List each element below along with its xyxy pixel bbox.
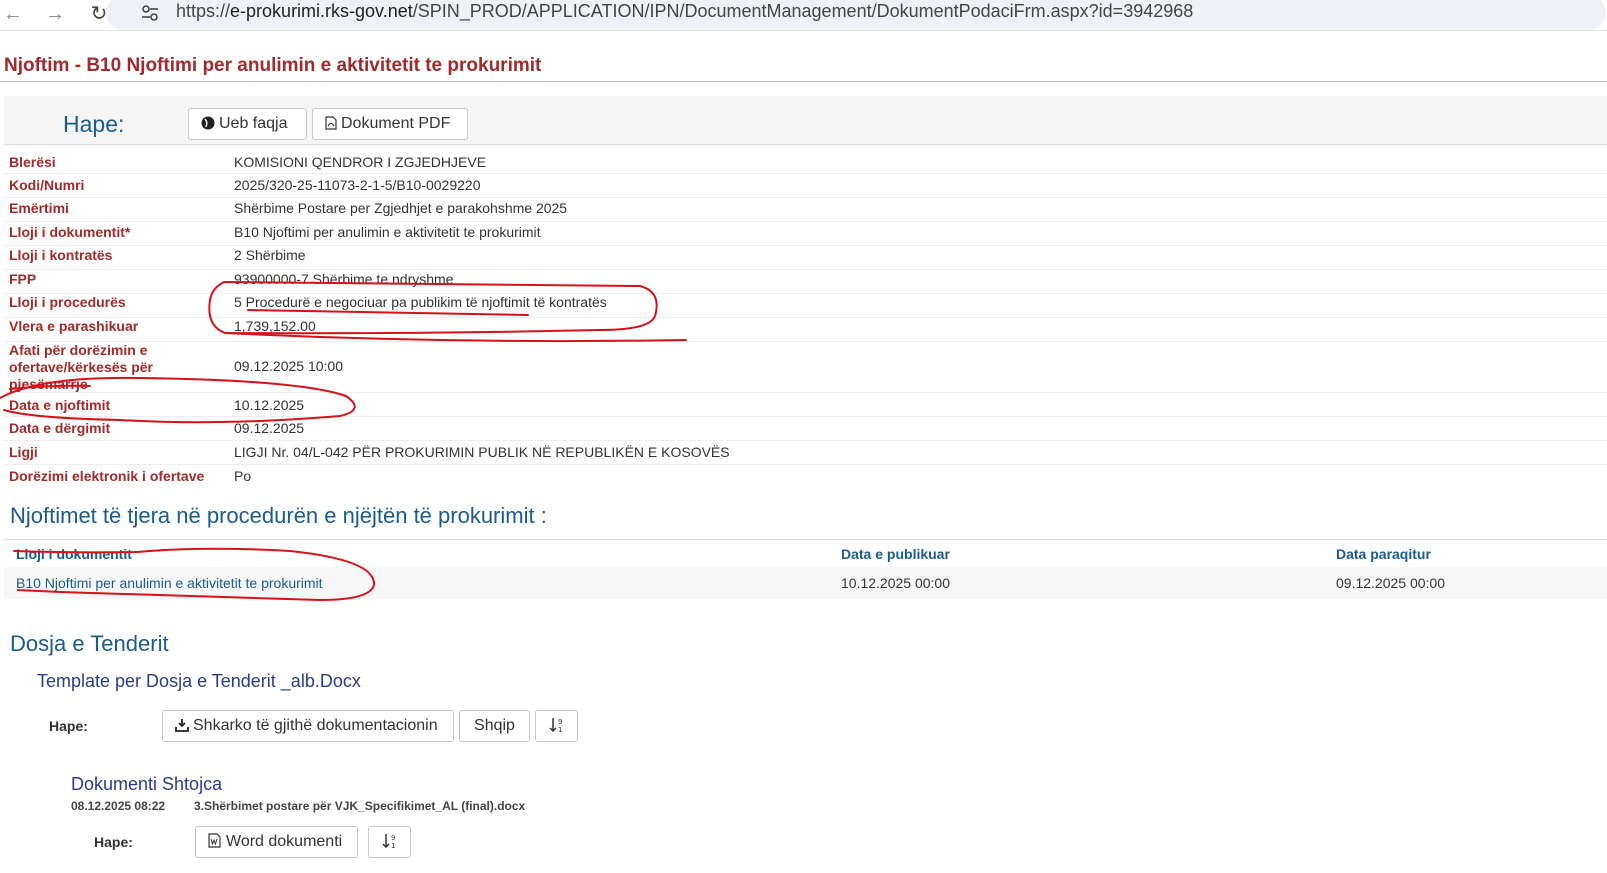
detail-label: Data e njoftimit xyxy=(9,397,111,413)
detail-row-document-type: Lloji i dokumentit* B10 Njoftimi per anu… xyxy=(4,222,1607,246)
detail-row-estimated-value: Vlera e parashikuar 1,739,152.00 xyxy=(4,318,1607,342)
detail-row-cpv: FPP 93900000-7 Shërbime te ndryshme xyxy=(4,270,1607,294)
detail-value: KOMISIONI QENDROR I ZGJEDHJEVE xyxy=(234,154,487,170)
detail-row-contract-type: Lloji i kontratës 2 Shërbime xyxy=(4,246,1607,270)
detail-row-deadline: Afati për dorëzimin e ofertave/kërkesës … xyxy=(4,342,1607,393)
detail-row-code: Kodi/Numri 2025/320-25-11073-2-1-5/B10-0… xyxy=(4,174,1607,198)
detail-row-procedure-type: Lloji i procedurës 5 Procedurë e negociu… xyxy=(4,294,1607,318)
language-label: Shqip xyxy=(474,717,515,734)
address-bar[interactable]: https://e-prokurimi.rks-gov.net/SPIN_PRO… xyxy=(106,0,1606,30)
svg-text:9: 9 xyxy=(391,834,395,842)
page-title: Njoftim - B10 Njoftimi per anulimin e ak… xyxy=(4,55,542,76)
detail-label: Lloji i kontratës xyxy=(9,247,113,263)
download-all-label: Shkarko të gjithë dokumentacionin xyxy=(193,717,438,734)
svg-text:9: 9 xyxy=(558,718,562,726)
detail-row-sent-date: Data e dërgimit 09.12.2025 xyxy=(4,417,1607,441)
url-domain: e-prokurimi.rks-gov.net xyxy=(230,1,413,21)
notice-document-link[interactable]: B10 Njoftimi per anulimin e aktivitetit … xyxy=(16,575,323,591)
web-page-button[interactable]: Ueb faqja xyxy=(188,108,307,140)
language-button[interactable]: Shqip xyxy=(459,710,530,742)
detail-value: 5 Procedurë e negociuar pa publikim të n… xyxy=(234,294,607,310)
url-prefix: https:// xyxy=(176,1,231,21)
detail-value: B10 Njoftimi per anulimin e aktivitetit … xyxy=(234,224,541,240)
globe-icon xyxy=(201,116,215,130)
detail-label: Emërtimi xyxy=(9,200,69,216)
site-settings-icon[interactable] xyxy=(140,4,160,22)
column-header-submitted-date[interactable]: Data paraqitur xyxy=(1336,546,1431,562)
url-text[interactable]: https://e-prokurimi.rks-gov.net/SPIN_PRO… xyxy=(176,1,1193,22)
pdf-file-icon xyxy=(325,116,337,130)
title-divider xyxy=(0,81,1607,82)
word-document-label: Word dokumenti xyxy=(226,833,343,850)
detail-label: Dorëzimi elektronik i ofertave xyxy=(9,468,205,484)
detail-label: Lloji i dokumentit* xyxy=(9,224,131,240)
pdf-document-button[interactable]: Dokument PDF xyxy=(312,108,468,140)
sort-numeric-icon: 91 xyxy=(381,834,395,850)
other-notices-heading: Njoftimet të tjera në procedurën e njëjt… xyxy=(10,503,547,528)
detail-value: 09.12.2025 10:00 xyxy=(234,358,343,374)
detail-label: Kodi/Numri xyxy=(9,177,85,193)
open-actions-bar: Hape: Ueb faqja Dokument PDF xyxy=(4,96,1607,145)
tender-dossier-heading: Dosja e Tenderit xyxy=(10,631,169,656)
detail-row-name: Emërtimi Shërbime Postare per Zgjedhjet … xyxy=(4,198,1607,222)
detail-value: 2 Shërbime xyxy=(234,247,306,263)
pdf-document-button-label: Dokument PDF xyxy=(341,115,451,132)
detail-value: LIGJI Nr. 04/L-042 PËR PROKURIMIN PUBLIK… xyxy=(234,444,730,460)
back-arrow-icon[interactable]: ← xyxy=(2,3,24,25)
detail-value: 93900000-7 Shërbime te ndryshme xyxy=(234,271,454,287)
web-page-button-label: Ueb faqja xyxy=(219,115,288,132)
detail-value: 1,739,152.00 xyxy=(234,318,316,334)
table-row: B10 Njoftimi per anulimin e aktivitetit … xyxy=(4,567,1607,599)
word-document-button[interactable]: Word dokumenti xyxy=(195,826,358,858)
notices-table-header: Lloji i dokumentit Data e publikuar Data… xyxy=(4,539,1607,568)
detail-row-law: Ligji LIGJI Nr. 04/L-042 PËR PROKURIMIN … xyxy=(4,441,1607,465)
svg-text:1: 1 xyxy=(391,842,395,850)
detail-label: Afati për dorëzimin e ofertave/kërkesës … xyxy=(9,342,153,392)
detail-label: Ligji xyxy=(9,444,38,460)
download-all-button[interactable]: Shkarko të gjithë dokumentacionin xyxy=(162,710,454,742)
detail-label: Data e dërgimit xyxy=(9,420,111,436)
word-file-icon xyxy=(208,833,221,848)
annex-date: 08.12.2025 08:22 xyxy=(71,799,166,813)
column-header-published-date[interactable]: Data e publikuar xyxy=(841,546,950,562)
open-label: Hape: xyxy=(63,111,125,137)
sort-numeric-icon: 91 xyxy=(548,718,562,734)
annex-file-name: 3.Shërbimet postare për VJK_Specifikimet… xyxy=(194,799,526,813)
download-icon xyxy=(175,719,189,732)
detail-value: 09.12.2025 xyxy=(234,420,305,436)
detail-row-notice-date: Data e njoftimit 10.12.2025 xyxy=(4,393,1607,417)
url-path: /SPIN_PROD/APPLICATION/IPN/DocumentManag… xyxy=(412,1,1194,21)
detail-label: Lloji i procedurës xyxy=(9,294,126,310)
annex-sort-numeric-button[interactable]: 91 xyxy=(368,826,411,858)
browser-toolbar: ← → ↻ https://e-prokurimi.rks-gov.net/SP… xyxy=(0,0,1607,31)
template-title: Template per Dosja e Tenderit _alb.Docx xyxy=(37,671,361,691)
forward-arrow-icon[interactable]: → xyxy=(44,3,66,25)
svg-text:1: 1 xyxy=(558,726,562,734)
detail-value: 10.12.2025 xyxy=(234,397,305,413)
detail-value: Po xyxy=(234,468,252,484)
annex-open-label: Hape: xyxy=(94,834,133,850)
submitted-date-cell: 09.12.2025 00:00 xyxy=(1336,575,1445,591)
detail-label: Blerësi xyxy=(9,154,56,170)
annex-title: Dokumenti Shtojca xyxy=(71,774,223,794)
sort-numeric-button[interactable]: 91 xyxy=(535,710,578,742)
detail-value: 2025/320-25-11073-2-1-5/B10-0029220 xyxy=(234,177,481,193)
detail-label: Vlera e parashikuar xyxy=(9,318,139,334)
tender-open-label: Hape: xyxy=(49,718,88,734)
detail-row-buyer: Blerësi KOMISIONI QENDROR I ZGJEDHJEVE xyxy=(4,150,1607,174)
published-date-cell: 10.12.2025 00:00 xyxy=(841,575,950,591)
detail-value: Shërbime Postare per Zgjedhjet e parakoh… xyxy=(234,200,568,216)
detail-label: FPP xyxy=(9,271,37,287)
column-header-document-type[interactable]: Lloji i dokumentit xyxy=(16,546,132,562)
detail-row-electronic-submission: Dorëzimi elektronik i ofertave Po xyxy=(4,465,1607,488)
